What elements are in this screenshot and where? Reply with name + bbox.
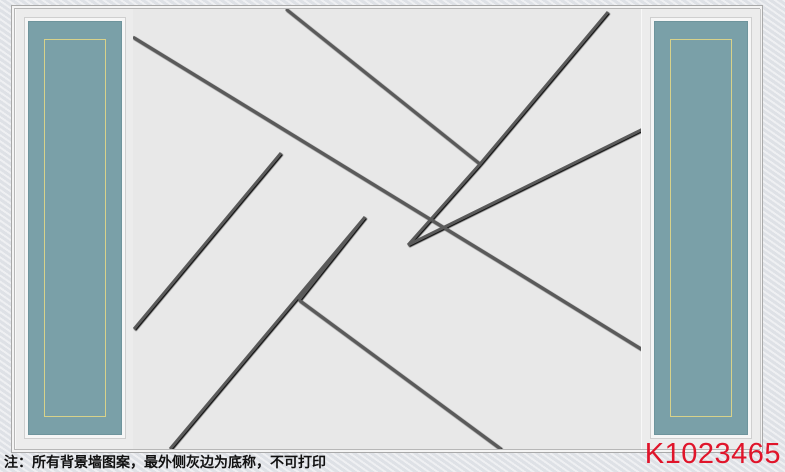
left-side-panel	[15, 9, 135, 449]
product-code: K1023465	[644, 438, 781, 470]
right-side-panel	[641, 9, 761, 449]
right-teal-panel	[654, 21, 748, 435]
left-teal-panel	[28, 21, 122, 435]
diagonal-lines-svg	[133, 9, 641, 449]
groove-line-5	[407, 128, 641, 247]
groove-line-4	[478, 11, 610, 165]
right-panel-gold-border	[670, 39, 732, 417]
groove-line-7	[298, 298, 502, 449]
printing-note: 注：所有背景墙图案，最外侧灰边为底称，不可打印	[4, 455, 326, 471]
caption-bar: 注：所有背景墙图案，最外侧灰边为底称，不可打印 K1023465	[0, 440, 785, 472]
groove-line-3	[285, 9, 481, 166]
groove-line-9	[297, 216, 367, 301]
groove-line-6	[133, 152, 283, 330]
wall-mural-frame	[14, 8, 761, 450]
groove-line-1	[133, 35, 516, 273]
center-groove-pattern	[133, 9, 641, 449]
groove-line-10	[406, 163, 482, 246]
groove-line-2	[514, 269, 641, 351]
left-panel-gold-border	[44, 39, 106, 417]
